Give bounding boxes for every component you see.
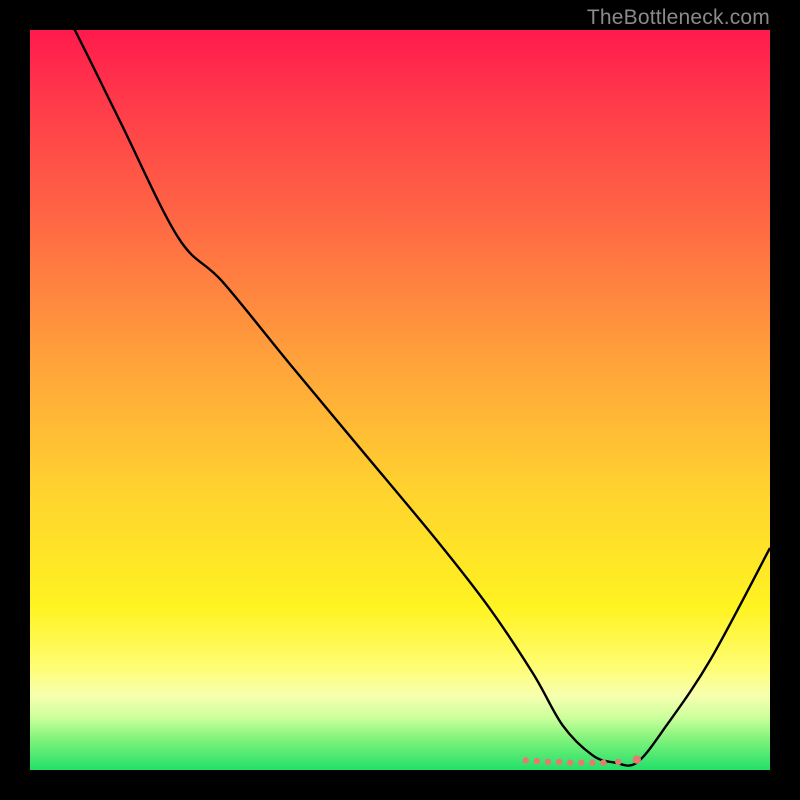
highlight-dot bbox=[545, 759, 551, 765]
highlight-dot bbox=[534, 758, 540, 764]
highlight-dot bbox=[523, 757, 529, 763]
highlight-dot bbox=[589, 759, 595, 765]
highlight-dot bbox=[600, 759, 606, 765]
bottleneck-curve bbox=[30, 30, 770, 766]
highlight-dot bbox=[615, 759, 621, 765]
plot-area bbox=[30, 30, 770, 770]
highlight-dot bbox=[567, 759, 573, 765]
highlight-dot bbox=[556, 759, 562, 765]
highlight-dot bbox=[578, 759, 584, 765]
curve-layer bbox=[30, 30, 770, 770]
watermark-text: TheBottleneck.com bbox=[587, 6, 770, 30]
highlight-dot bbox=[633, 755, 641, 763]
chart-frame: TheBottleneck.com bbox=[0, 0, 800, 800]
